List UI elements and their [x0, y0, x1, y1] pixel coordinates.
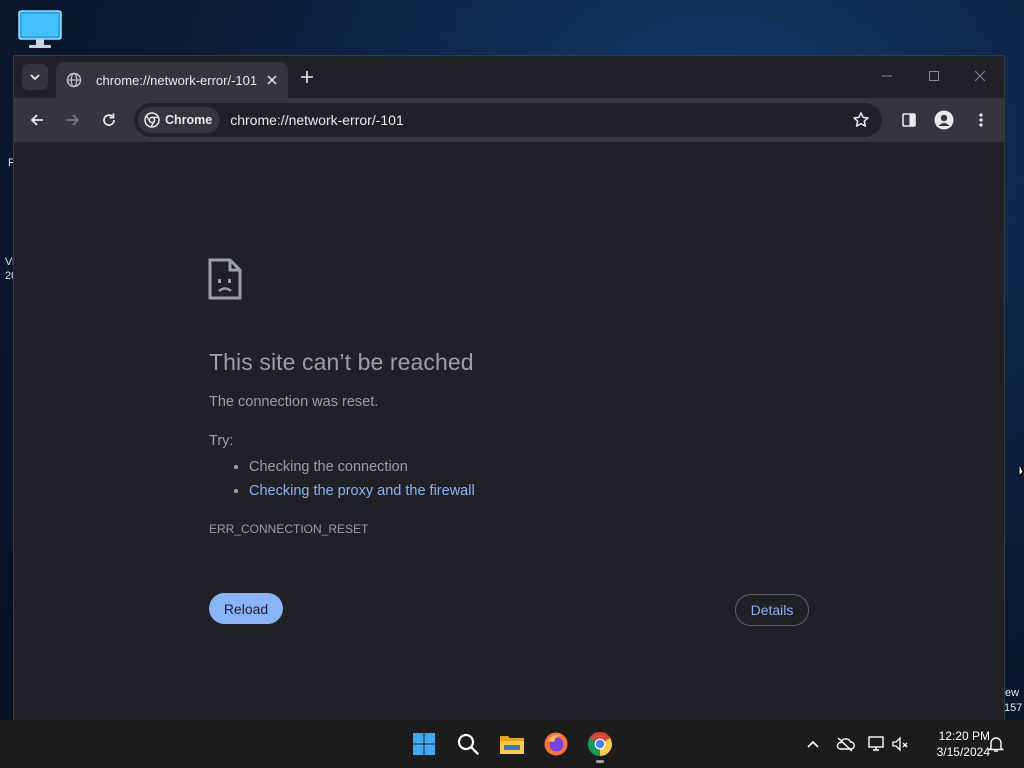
- chevron-down-icon: [30, 74, 40, 81]
- profile-button[interactable]: [930, 106, 958, 134]
- tab-close-icon[interactable]: [264, 72, 280, 88]
- tab-search-button[interactable]: [22, 64, 48, 90]
- menu-button[interactable]: [967, 106, 995, 134]
- windows-logo-icon: [413, 733, 435, 755]
- desktop-label-fragment: 157: [1004, 702, 1023, 714]
- new-tab-button[interactable]: [298, 68, 316, 86]
- side-panel-button[interactable]: [895, 106, 923, 134]
- clock-time: 12:20 PM: [938, 729, 990, 743]
- cloud-offline-icon: [836, 737, 855, 752]
- minimize-button[interactable]: [864, 64, 910, 88]
- suggestion-text: Checking the connection: [249, 459, 408, 475]
- forward-arrow-icon: [67, 114, 80, 126]
- suggestion-item: Checking the connection: [249, 457, 475, 481]
- tab-active[interactable]: chrome://network-error/-101: [56, 62, 288, 98]
- profile-avatar-icon: [934, 110, 954, 130]
- reload-toolbar-button[interactable]: [95, 106, 123, 134]
- suggestion-item: Checking the proxy and the firewall: [249, 481, 475, 505]
- error-code: ERR_CONNECTION_RESET: [209, 522, 369, 536]
- back-arrow-icon: [30, 114, 43, 126]
- url-text: chrome://network-error/-101: [230, 112, 404, 128]
- site-info-chip[interactable]: Chrome: [138, 107, 221, 133]
- mouse-cursor-icon: [1018, 462, 1024, 478]
- desktop-label-fragment: ew: [1005, 687, 1020, 699]
- onedrive-tray-button[interactable]: [835, 734, 855, 754]
- refresh-icon: [103, 113, 115, 126]
- site-info-chip-label: Chrome: [165, 113, 213, 127]
- volume-tray-button[interactable]: [891, 734, 911, 754]
- sad-page-icon: [208, 258, 242, 300]
- chrome-logo-icon: [144, 112, 160, 128]
- globe-icon: [66, 72, 82, 88]
- maximize-icon: [929, 71, 939, 81]
- tab-title: chrome://network-error/-101: [96, 72, 258, 88]
- address-bar[interactable]: Chrome chrome://network-error/-101: [134, 103, 882, 137]
- search-icon: [457, 733, 479, 755]
- show-hidden-icons-button[interactable]: [803, 734, 823, 754]
- plus-icon: [301, 71, 313, 83]
- error-description: The connection was reset.: [209, 394, 379, 410]
- suggestions-list: Checking the connection Checking the pro…: [230, 457, 475, 505]
- start-button[interactable]: [408, 728, 440, 760]
- details-button[interactable]: Details: [735, 594, 809, 626]
- chevron-up-icon: [807, 740, 819, 748]
- notifications-button[interactable]: [986, 734, 1006, 754]
- side-panel-icon: [902, 113, 916, 127]
- error-title: This site can’t be reached: [209, 349, 474, 375]
- firefox-button[interactable]: [540, 728, 572, 760]
- firefox-icon: [544, 732, 568, 756]
- maximize-button[interactable]: [911, 64, 957, 88]
- taskbar: 12:20 PM 3/15/2024: [0, 720, 1024, 768]
- more-vertical-icon: [979, 113, 983, 127]
- close-icon: [974, 70, 986, 82]
- forward-button[interactable]: [59, 106, 87, 134]
- bell-icon: [988, 737, 1004, 752]
- reload-button[interactable]: Reload: [209, 593, 283, 624]
- browser-window: chrome://network-error/-101 Chrome chrom…: [14, 56, 1004, 720]
- chrome-color-icon: [587, 732, 612, 756]
- network-tray-button[interactable]: [867, 734, 887, 754]
- bookmark-star-icon[interactable]: [852, 111, 870, 129]
- browser-toolbar: Chrome chrome://network-error/-101: [14, 98, 1004, 142]
- active-app-indicator: [596, 760, 604, 763]
- clock-date: 3/15/2024: [936, 745, 990, 759]
- chrome-taskbar-button[interactable]: [584, 728, 616, 760]
- page-content: This site can’t be reached The connectio…: [14, 142, 1004, 720]
- speaker-muted-icon: [892, 736, 908, 752]
- back-button[interactable]: [23, 106, 51, 134]
- this-pc-desktop-icon[interactable]: [18, 10, 62, 50]
- minimize-icon: [882, 75, 892, 77]
- try-label: Try:: [209, 433, 234, 449]
- folder-icon: [500, 736, 524, 754]
- clock[interactable]: 12:20 PM 3/15/2024: [918, 728, 990, 760]
- network-disconnected-icon: [868, 736, 884, 751]
- close-window-button[interactable]: [957, 64, 1003, 88]
- proxy-firewall-link[interactable]: Checking the proxy and the firewall: [249, 483, 475, 499]
- file-explorer-button[interactable]: [496, 728, 528, 760]
- search-button[interactable]: [452, 728, 484, 760]
- tab-strip: chrome://network-error/-101: [14, 56, 1004, 98]
